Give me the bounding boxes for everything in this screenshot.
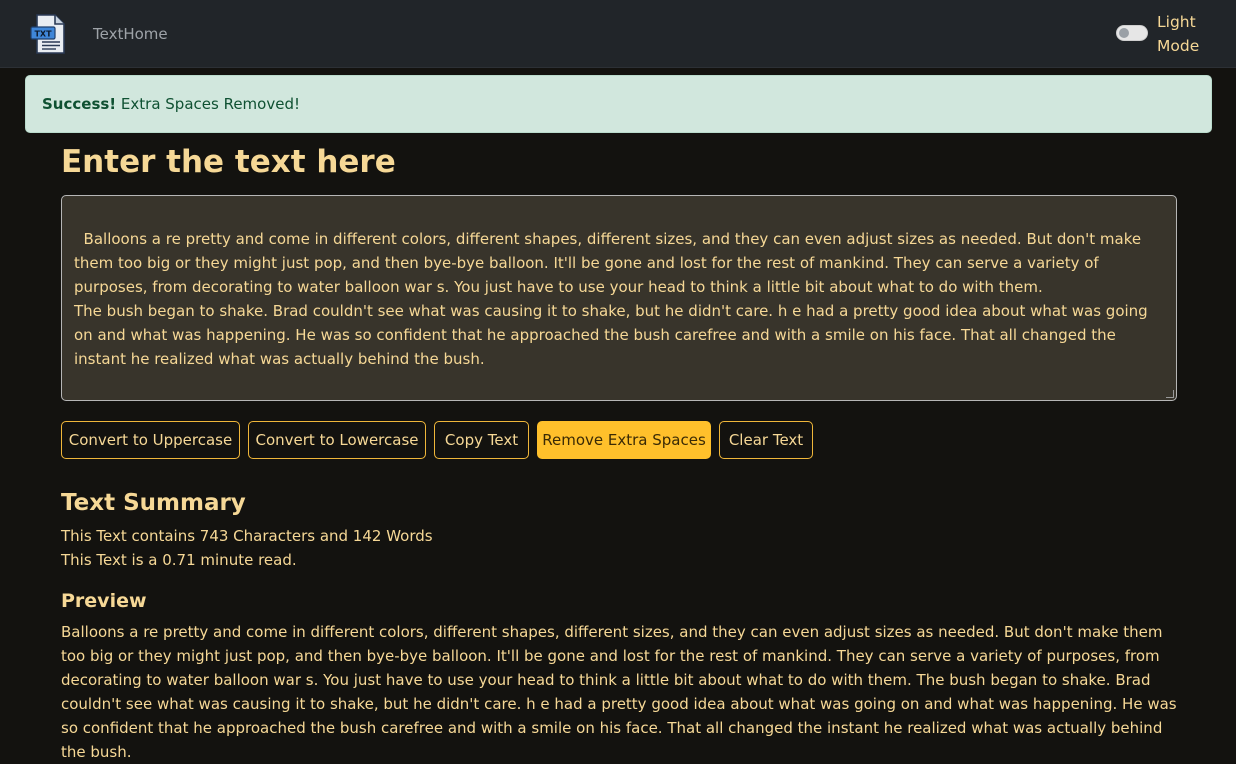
- preview-title: Preview: [61, 590, 147, 612]
- txt-file-icon[interactable]: TXT: [30, 14, 68, 54]
- toggle-knob: [1119, 28, 1129, 38]
- lowercase-button[interactable]: Convert to Lowercase: [248, 421, 426, 459]
- alert-title: Success!: [42, 95, 117, 113]
- text-input[interactable]: Balloons a re pretty and come in differe…: [61, 195, 1177, 401]
- light-mode-switch[interactable]: Light Mode: [1116, 10, 1226, 58]
- copy-text-button[interactable]: Copy Text: [434, 421, 529, 459]
- alert-message: Extra Spaces Removed!: [120, 95, 300, 113]
- light-mode-toggle[interactable]: [1116, 25, 1148, 41]
- preview-text: Balloons a re pretty and come in differe…: [61, 623, 1177, 761]
- remove-extra-spaces-button[interactable]: Remove Extra Spaces: [537, 421, 711, 459]
- brand-link[interactable]: TextHome: [93, 25, 168, 43]
- navbar: TXT TextHome Light Mode: [0, 0, 1236, 68]
- uppercase-button[interactable]: Convert to Uppercase: [61, 421, 240, 459]
- page-title: Enter the text here: [61, 144, 396, 180]
- clear-text-button[interactable]: Clear Text: [719, 421, 813, 459]
- txt-file-icon-graphic: TXT: [30, 14, 65, 54]
- resize-handle[interactable]: [1166, 390, 1174, 398]
- summary-counts: This Text contains 743 Characters and 14…: [61, 527, 433, 545]
- summary-read-time: This Text is a 0.71 minute read.: [61, 551, 297, 569]
- text-input-value: Balloons a re pretty and come in differe…: [74, 230, 1148, 368]
- summary-title: Text Summary: [61, 490, 246, 516]
- logo-text: TXT: [34, 30, 52, 39]
- success-alert: Success! Extra Spaces Removed!: [25, 75, 1212, 133]
- light-mode-label[interactable]: Light Mode: [1157, 10, 1217, 58]
